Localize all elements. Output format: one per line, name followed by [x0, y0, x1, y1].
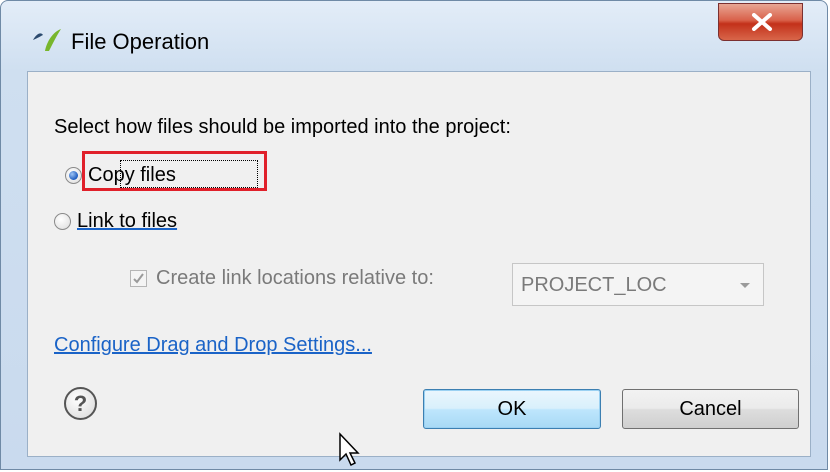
file-operation-dialog: File Operation Select how files should b…: [0, 0, 828, 470]
relative-location-value: PROJECT_LOC: [521, 274, 667, 296]
link-to-files-radio[interactable]: [54, 212, 71, 230]
copy-files-radio[interactable]: [65, 166, 82, 184]
link-to-files-label[interactable]: Link to files: [77, 210, 177, 233]
ok-button[interactable]: OK: [423, 389, 601, 429]
relative-location-select[interactable]: PROJECT_LOC: [512, 263, 764, 306]
copy-files-option[interactable]: Copy files: [65, 161, 176, 189]
link-to-files-option[interactable]: Link to files: [54, 207, 177, 235]
relative-link-row: Create link locations relative to:: [130, 267, 434, 290]
relative-link-label: Create link locations relative to:: [156, 267, 434, 289]
app-logo-icon: [33, 29, 61, 51]
dialog-content: Select how files should be imported into…: [27, 71, 811, 457]
chevron-down-icon: [740, 283, 750, 288]
mouse-cursor-icon: [339, 432, 360, 467]
relative-link-checkbox[interactable]: [130, 270, 147, 287]
help-icon[interactable]: ?: [64, 387, 97, 420]
import-prompt: Select how files should be imported into…: [54, 116, 511, 138]
configure-drag-drop-link[interactable]: Configure Drag and Drop Settings...: [54, 334, 372, 357]
title-bar[interactable]: File Operation: [1, 1, 827, 71]
close-icon: [752, 13, 772, 31]
checkmark-icon: [133, 273, 144, 284]
copy-files-label[interactable]: Copy files: [88, 164, 176, 187]
close-button[interactable]: [718, 3, 803, 41]
cancel-button[interactable]: Cancel: [622, 389, 799, 429]
window-title: File Operation: [71, 29, 210, 54]
